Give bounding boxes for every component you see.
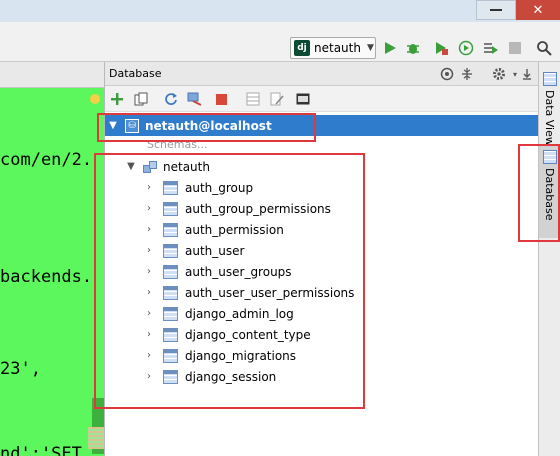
editor-marker — [88, 427, 104, 449]
table-name: auth_user — [185, 243, 245, 258]
table-name: auth_user_groups — [185, 264, 292, 279]
main-toolbar — [0, 22, 560, 62]
schema-icon — [143, 160, 157, 173]
editor-tab-strip — [0, 62, 104, 88]
chevron-down-icon[interactable]: ▼ — [125, 161, 137, 172]
datasource-label: netauth@localhost — [145, 118, 272, 133]
window-controls: ✕ — [476, 0, 560, 22]
database-panel-header: Database ▾ — [105, 62, 538, 86]
refresh-icon[interactable] — [163, 91, 179, 107]
table-icon — [163, 222, 178, 237]
coverage-icon[interactable] — [433, 40, 449, 56]
table-name: django_admin_log — [185, 306, 294, 321]
table-name: django_content_type — [185, 327, 311, 342]
code-line: backends. — [0, 267, 93, 287]
collapse-icon[interactable] — [459, 66, 475, 82]
target-icon[interactable] — [439, 66, 455, 82]
table-name: auth_permission — [185, 222, 284, 237]
panel-title: Database — [109, 67, 162, 80]
run-icon[interactable] — [382, 40, 398, 56]
table-row[interactable]: › django_admin_log — [105, 303, 538, 324]
table-name: auth_user_user_permissions — [185, 285, 355, 300]
table-name: auth_group — [185, 180, 254, 195]
table-row[interactable]: › auth_group — [105, 177, 538, 198]
code-line: com/en/2. — [0, 150, 93, 170]
bulb-icon[interactable] — [90, 94, 100, 104]
stop-icon[interactable] — [507, 40, 523, 56]
profile-icon[interactable] — [458, 40, 474, 56]
code-line: 23', — [0, 359, 41, 379]
chevron-right-icon[interactable]: › — [143, 182, 155, 193]
table-row[interactable]: › django_migrations — [105, 345, 538, 366]
database-tree: ▼ ⛁ netauth@localhost Schemas... ▼ netau… — [105, 112, 538, 456]
minimize-button[interactable] — [476, 0, 516, 20]
tab-label: Data View — [543, 90, 556, 146]
tab-data-view[interactable]: Data View — [539, 68, 560, 146]
copy-icon[interactable] — [133, 91, 149, 107]
chevron-right-icon[interactable]: › — [143, 308, 155, 319]
table-row[interactable]: › auth_permission — [105, 219, 538, 240]
close-icon: ✕ — [532, 2, 544, 18]
table-icon — [163, 327, 178, 342]
chevron-down-icon: ▼ — [366, 43, 374, 53]
settings-icon[interactable] — [491, 66, 507, 82]
table-row[interactable]: › auth_user_groups — [105, 261, 538, 282]
database-toolbar — [105, 86, 538, 112]
chevron-right-icon[interactable]: › — [143, 245, 155, 256]
table-row[interactable]: › django_session — [105, 366, 538, 387]
tab-label: Database — [543, 168, 556, 221]
schemas-hint[interactable]: Schemas... — [147, 138, 207, 151]
tab-database[interactable]: Database — [539, 146, 560, 238]
table-icon — [163, 285, 178, 300]
table-name: django_session — [185, 369, 277, 384]
table-icon — [163, 369, 178, 384]
search-icon[interactable] — [536, 40, 552, 56]
table-icon[interactable] — [245, 91, 261, 107]
code-line: nd':'SET — [0, 444, 82, 456]
schema-row[interactable]: ▼ netauth — [105, 156, 538, 177]
window-titlebar: ✕ — [0, 0, 560, 22]
chevron-right-icon[interactable]: › — [143, 329, 155, 340]
debug-icon[interactable] — [405, 40, 421, 56]
console-icon[interactable] — [295, 91, 311, 107]
chevron-right-icon[interactable]: › — [143, 203, 155, 214]
database-panel: Database ▾ ▼ ⛁ netauth@localhost Schemas… — [104, 62, 538, 456]
table-row[interactable]: › auth_user — [105, 240, 538, 261]
run-tests-icon[interactable] — [483, 40, 499, 56]
table-name: auth_group_permissions — [185, 201, 331, 216]
django-icon: dj — [294, 40, 310, 56]
table-icon — [163, 243, 178, 258]
minimize-icon — [490, 9, 502, 11]
schema-icon[interactable] — [187, 91, 203, 107]
database-icon — [542, 150, 557, 164]
edit-icon[interactable] — [269, 91, 285, 107]
table-row[interactable]: › django_content_type — [105, 324, 538, 345]
run-configuration-label: netauth — [314, 41, 361, 55]
chevron-right-icon[interactable]: › — [143, 287, 155, 298]
chevron-right-icon[interactable]: › — [143, 371, 155, 382]
chevron-right-icon[interactable]: › — [143, 224, 155, 235]
chevron-right-icon[interactable]: › — [143, 350, 155, 361]
chevron-down-icon[interactable]: ▼ — [107, 120, 119, 131]
close-button[interactable]: ✕ — [516, 0, 560, 20]
code-editor[interactable]: com/en/2. backends. 23', nd':'SET — [0, 62, 104, 456]
schema-label: netauth — [163, 159, 210, 174]
chevron-right-icon[interactable]: › — [143, 266, 155, 277]
table-name: django_migrations — [185, 348, 297, 363]
table-icon — [163, 264, 178, 279]
right-tool-window-bar: Data View Database — [538, 62, 560, 456]
hide-icon[interactable] — [519, 66, 535, 82]
table-icon — [163, 201, 178, 216]
stop-icon[interactable] — [213, 91, 229, 107]
table-icon — [163, 348, 178, 363]
add-icon[interactable] — [109, 91, 125, 107]
run-configuration-select[interactable]: dj netauth ▼ — [290, 37, 376, 59]
table-icon — [163, 180, 178, 195]
table-icon — [163, 306, 178, 321]
table-row[interactable]: › auth_user_user_permissions — [105, 282, 538, 303]
datasource-row[interactable]: ▼ ⛁ netauth@localhost — [105, 115, 538, 136]
table-row[interactable]: › auth_group_permissions — [105, 198, 538, 219]
datasource-icon: ⛁ — [125, 118, 139, 133]
data-view-icon — [542, 72, 557, 86]
